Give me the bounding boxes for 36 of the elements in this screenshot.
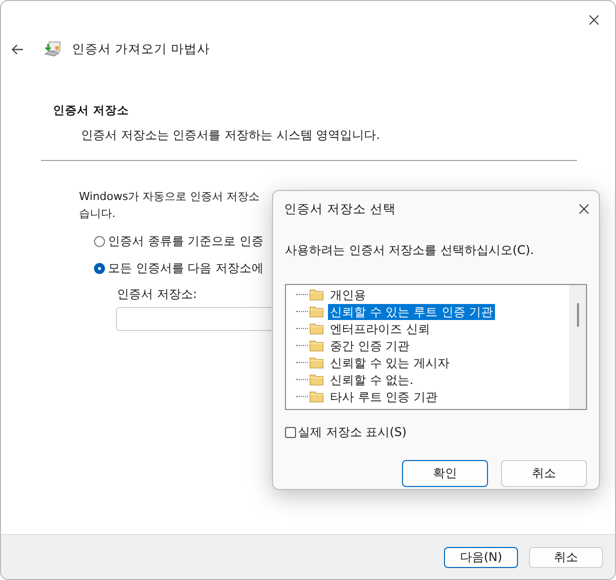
ok-button[interactable]: 확인: [402, 460, 488, 487]
radio-button[interactable]: [94, 236, 105, 247]
window-title: 인증서 가져오기 마법사: [72, 40, 210, 58]
radio-button[interactable]: [94, 263, 105, 274]
section-title: 인증서 저장소: [52, 103, 130, 118]
checkbox-label: 실제 저장소 표시(S): [298, 424, 407, 441]
store-label: 인증서 저장소:: [117, 286, 197, 303]
store-item[interactable]: 타사 루트 인증 기관: [328, 388, 440, 404]
certificate-icon: [44, 41, 62, 57]
folder-icon: [309, 373, 324, 386]
folder-icon: [309, 322, 324, 335]
dialog-title: 인증서 저장소 선택: [284, 200, 396, 218]
checkbox[interactable]: [285, 427, 296, 438]
store-item[interactable]: 신뢰할 수 없는.: [328, 372, 416, 388]
close-button[interactable]: [579, 204, 589, 214]
cancel-button[interactable]: 취소: [501, 460, 587, 487]
radio-label: 모든 인증서를 다음 저장소에: [108, 260, 264, 277]
scrollbar[interactable]: [569, 285, 586, 409]
folder-icon: [309, 339, 324, 352]
store-item[interactable]: 엔터프라이즈 신뢰: [328, 320, 432, 336]
next-button[interactable]: 다음(N): [444, 546, 518, 568]
store-item[interactable]: 개인용: [328, 286, 368, 302]
folder-icon: [309, 288, 324, 301]
intro-text: 습니다.: [79, 206, 116, 222]
intro-text: Windows가 자동으로 인증서 저장소: [79, 189, 260, 205]
cancel-button[interactable]: 취소: [529, 546, 603, 568]
store-item[interactable]: 신뢰할 수 있는 루트 인증 기관: [328, 304, 496, 320]
back-icon[interactable]: [11, 44, 24, 54]
dialog-prompt: 사용하려는 인증서 저장소를 선택하십시오(C).: [285, 242, 535, 259]
store-item[interactable]: 중간 인증 기관: [328, 338, 412, 354]
folder-icon: [309, 356, 324, 369]
folder-icon: [309, 390, 324, 403]
store-item[interactable]: 신뢰할 수 있는 게시자: [328, 354, 452, 370]
radio-label: 인증서 종류를 기준으로 인증: [108, 233, 264, 250]
folder-icon: [309, 305, 324, 318]
section-subtitle: 인증서 저장소는 인증서를 저장하는 시스템 영역입니다.: [80, 127, 381, 144]
